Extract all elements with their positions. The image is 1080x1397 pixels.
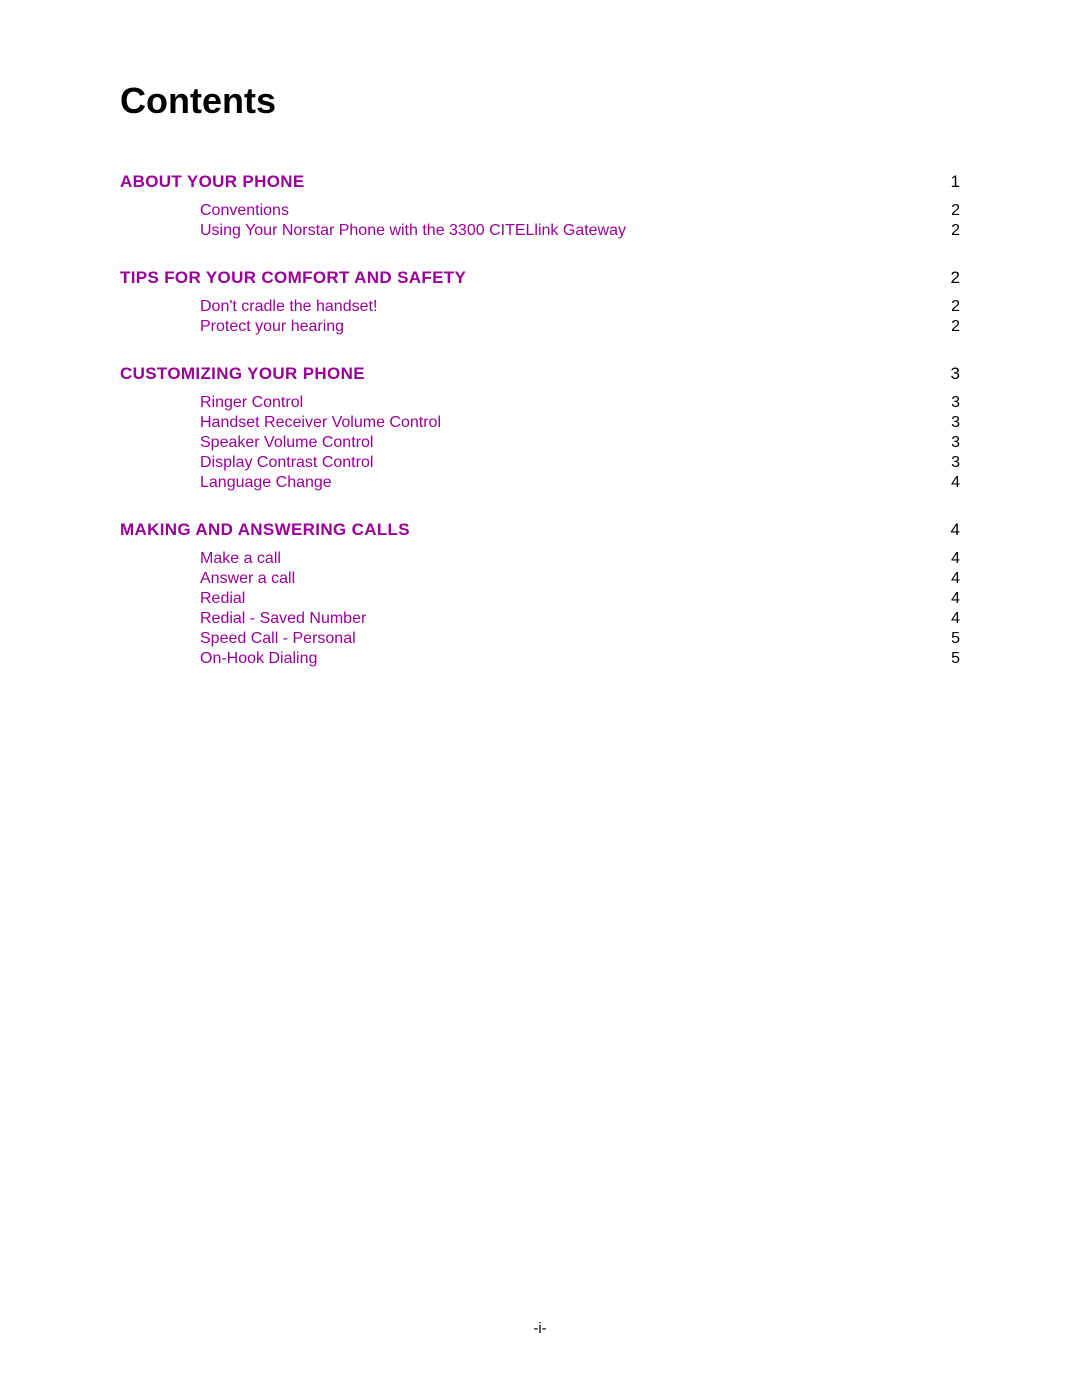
page-title: Contents xyxy=(120,80,960,122)
item-page: 4 xyxy=(930,570,960,588)
item-page: 4 xyxy=(930,610,960,628)
toc-item: Make a call 4 xyxy=(200,550,960,568)
section-page-customizing-your-phone: 3 xyxy=(930,364,960,384)
toc-item: Display Contrast Control 3 xyxy=(200,454,960,472)
toc-item: Don't cradle the handset! 2 xyxy=(200,298,960,316)
item-label: Protect your hearing xyxy=(200,318,344,336)
toc-item: Ringer Control 3 xyxy=(200,394,960,412)
toc-item: Protect your hearing 2 xyxy=(200,318,960,336)
item-page: 2 xyxy=(930,222,960,240)
page: Contents ABOUT YOUR PHONE 1 Conventions 2 Us… xyxy=(0,0,1080,1397)
toc-items-tips-comfort-safety: Don't cradle the handset!2Protect your h… xyxy=(200,298,960,336)
item-page: 3 xyxy=(930,434,960,452)
section-title-making-answering-calls: MAKING AND ANSWERING CALLS xyxy=(120,520,410,540)
item-label: Handset Receiver Volume Control xyxy=(200,414,441,432)
item-page: 2 xyxy=(930,298,960,316)
item-label: Conventions xyxy=(200,202,289,220)
section-header-tips-comfort-safety: TIPS FOR YOUR COMFORT AND SAFETY 2 xyxy=(120,268,960,288)
item-page: 3 xyxy=(930,414,960,432)
section-header-customizing-your-phone: CUSTOMIZING YOUR PHONE 3 xyxy=(120,364,960,384)
item-page: 3 xyxy=(930,394,960,412)
toc-item: Redial 4 xyxy=(200,590,960,608)
section-page-tips-comfort-safety: 2 xyxy=(930,268,960,288)
toc-section-tips-comfort-safety: TIPS FOR YOUR COMFORT AND SAFETY2Don't c… xyxy=(120,268,960,336)
toc-items-customizing-your-phone: Ringer Control3Handset Receiver Volume C… xyxy=(200,394,960,492)
toc-item: Using Your Norstar Phone with the 3300 C… xyxy=(200,222,960,240)
toc-items-making-answering-calls: Make a call4Answer a call4Redial4Redial … xyxy=(200,550,960,668)
section-page-about-your-phone: 1 xyxy=(930,172,960,192)
toc-item: Handset Receiver Volume Control 3 xyxy=(200,414,960,432)
item-label: Redial - Saved Number xyxy=(200,610,366,628)
toc-item: Speed Call - Personal 5 xyxy=(200,630,960,648)
item-label: Redial xyxy=(200,590,245,608)
item-label: Using Your Norstar Phone with the 3300 C… xyxy=(200,222,626,240)
item-label: Don't cradle the handset! xyxy=(200,298,377,316)
item-page: 2 xyxy=(930,202,960,220)
item-page: 4 xyxy=(930,550,960,568)
toc-items-about-your-phone: Conventions 2 Using Your Norstar Phone wit… xyxy=(200,202,960,240)
item-label: Language Change xyxy=(200,474,332,492)
item-page: 3 xyxy=(930,454,960,472)
item-label: Answer a call xyxy=(200,570,295,588)
item-label: Speaker Volume Control xyxy=(200,434,373,452)
section-title-customizing-your-phone: CUSTOMIZING YOUR PHONE xyxy=(120,364,365,384)
section-title-tips-comfort-safety: TIPS FOR YOUR COMFORT AND SAFETY xyxy=(120,268,466,288)
item-label: Speed Call - Personal xyxy=(200,630,356,648)
item-label: On-Hook Dialing xyxy=(200,650,317,668)
item-label: Ringer Control xyxy=(200,394,303,412)
toc-container: ABOUT YOUR PHONE 1 Conventions 2 Using Your … xyxy=(120,172,960,668)
section-title-about-your-phone: ABOUT YOUR PHONE xyxy=(120,172,305,192)
section-page-making-answering-calls: 4 xyxy=(930,520,960,540)
toc-section-about-your-phone: ABOUT YOUR PHONE 1 Conventions 2 Using Your … xyxy=(120,172,960,240)
toc-item: Conventions 2 xyxy=(200,202,960,220)
toc-item: Answer a call 4 xyxy=(200,570,960,588)
section-header-about-your-phone: ABOUT YOUR PHONE 1 xyxy=(120,172,960,192)
item-page: 2 xyxy=(930,318,960,336)
toc-item: Redial - Saved Number 4 xyxy=(200,610,960,628)
toc-item: On-Hook Dialing 5 xyxy=(200,650,960,668)
item-page: 5 xyxy=(930,650,960,668)
toc-item: Language Change 4 xyxy=(200,474,960,492)
toc-section-making-answering-calls: MAKING AND ANSWERING CALLS4Make a call4A… xyxy=(120,520,960,668)
section-header-making-answering-calls: MAKING AND ANSWERING CALLS 4 xyxy=(120,520,960,540)
page-footer: -i- xyxy=(0,1320,1080,1337)
toc-section-customizing-your-phone: CUSTOMIZING YOUR PHONE3Ringer Control3Ha… xyxy=(120,364,960,492)
item-page: 4 xyxy=(930,474,960,492)
item-page: 4 xyxy=(930,590,960,608)
item-label: Display Contrast Control xyxy=(200,454,373,472)
toc-item: Speaker Volume Control 3 xyxy=(200,434,960,452)
item-label: Make a call xyxy=(200,550,281,568)
item-page: 5 xyxy=(930,630,960,648)
